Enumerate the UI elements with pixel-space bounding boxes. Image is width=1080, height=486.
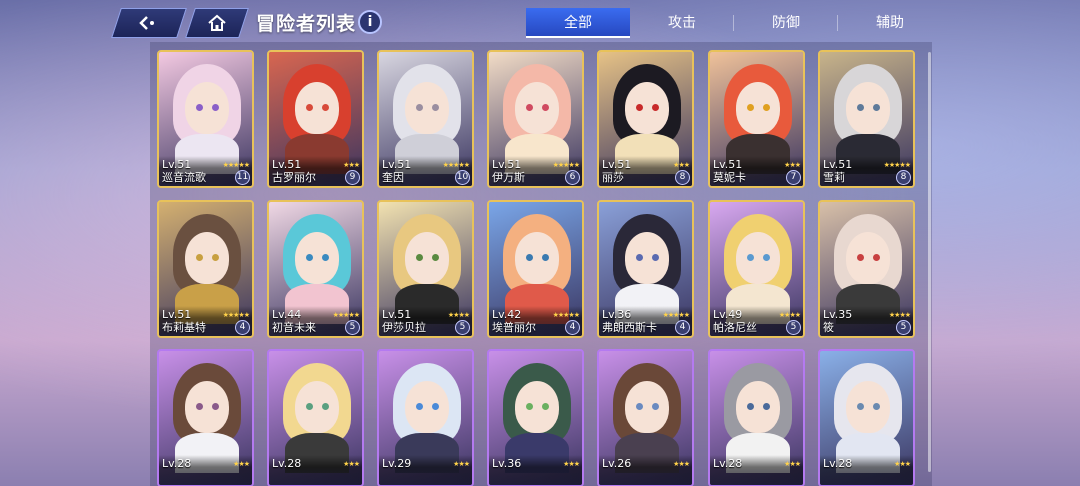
adventurer-card[interactable]: Lv.35 ★★★★ 筱 5: [818, 200, 915, 338]
level-label: Lv.29: [382, 457, 412, 470]
star-rating: ★★★★★: [662, 311, 690, 319]
duplicate-count-badge: 6: [565, 170, 580, 185]
adventurer-card[interactable]: Lv.51 ★★★★★ 巡音流歌 11: [157, 50, 254, 188]
character-name: 伊万斯: [492, 171, 525, 184]
duplicate-count-badge: 8: [896, 170, 911, 185]
character-name: 筱: [823, 321, 834, 334]
adventurer-card[interactable]: Lv.26 ★★★: [597, 349, 694, 486]
adventurer-card[interactable]: Lv.36 ★★★: [487, 349, 584, 486]
star-rating: ★★★★★: [883, 161, 911, 169]
scrollbar[interactable]: [928, 52, 931, 472]
adventurer-card[interactable]: Lv.29 ★★★: [377, 349, 474, 486]
character-name: 丽莎: [602, 171, 624, 184]
duplicate-count-badge: 4: [565, 320, 580, 335]
adventurer-card[interactable]: Lv.36 ★★★★★ 弗朗西斯卡 4: [597, 200, 694, 338]
adventurer-card[interactable]: Lv.44 ★★★★★ 初音未来 5: [267, 200, 364, 338]
star-rating: ★★★★: [778, 311, 801, 319]
star-rating: ★★★★★: [552, 311, 580, 319]
adventurer-card[interactable]: Lv.51 ★★★ 莫妮卡 7: [708, 50, 805, 188]
character-name: 古罗丽尔: [272, 171, 316, 184]
adventurer-card[interactable]: Lv.51 ★★★★★ 雪莉 8: [818, 50, 915, 188]
star-rating: ★★★★★: [222, 311, 250, 319]
character-name: 雪莉: [823, 171, 845, 184]
level-label: Lv.26: [602, 457, 632, 470]
star-rating: ★★★★★: [442, 161, 470, 169]
character-name: 埃普丽尔: [492, 321, 536, 334]
tab-support[interactable]: 辅助: [838, 8, 942, 38]
star-rating: ★★★: [563, 460, 580, 468]
star-rating: ★★★★★: [222, 161, 250, 169]
adventurer-card[interactable]: Lv.51 ★★★★★ 布莉基特 4: [157, 200, 254, 338]
page-title: 冒险者列表: [256, 13, 357, 35]
star-rating: ★★★★: [888, 311, 911, 319]
character-name: 帕洛尼丝: [713, 321, 757, 334]
home-icon: [207, 14, 227, 32]
back-button[interactable]: [111, 8, 187, 38]
adventurer-card[interactable]: Lv.42 ★★★★★ 埃普丽尔 4: [487, 200, 584, 338]
adventurer-card[interactable]: Lv.51 ★★★★ 伊莎贝拉 5: [377, 200, 474, 338]
character-name: 弗朗西斯卡: [602, 321, 657, 334]
character-name: 奎因: [382, 171, 404, 184]
adventurer-card[interactable]: Lv.28 ★★★: [818, 349, 915, 486]
character-name: 莫妮卡: [713, 171, 746, 184]
star-rating: ★★★★★: [552, 161, 580, 169]
duplicate-count-badge: 10: [455, 170, 470, 185]
adventurer-card[interactable]: Lv.28 ★★★: [267, 349, 364, 486]
info-icon[interactable]: i: [358, 10, 382, 34]
top-bar: 冒险者列表 i 全部 攻击 防御 辅助: [0, 0, 1080, 44]
duplicate-count-badge: 5: [345, 320, 360, 335]
star-rating: ★★★: [894, 460, 911, 468]
duplicate-count-badge: 5: [455, 320, 470, 335]
adventurer-card[interactable]: Lv.49 ★★★★ 帕洛尼丝 5: [708, 200, 805, 338]
character-name: 伊莎贝拉: [382, 321, 426, 334]
back-arrow-icon: [138, 15, 160, 31]
level-label: Lv.28: [713, 457, 743, 470]
star-rating: ★★★: [343, 460, 360, 468]
adventurer-card[interactable]: Lv.51 ★★★ 古罗丽尔 9: [267, 50, 364, 188]
star-rating: ★★★: [784, 161, 801, 169]
duplicate-count-badge: 11: [235, 170, 250, 185]
duplicate-count-badge: 5: [786, 320, 801, 335]
character-name: 巡音流歌: [162, 171, 206, 184]
level-label: Lv.28: [272, 457, 302, 470]
duplicate-count-badge: 4: [675, 320, 690, 335]
adventurer-card[interactable]: Lv.51 ★★★★★ 伊万斯 6: [487, 50, 584, 188]
level-label: Lv.28: [823, 457, 853, 470]
star-rating: ★★★: [343, 161, 360, 169]
star-rating: ★★★: [453, 460, 470, 468]
tab-attack[interactable]: 攻击: [630, 8, 734, 38]
duplicate-count-badge: 9: [345, 170, 360, 185]
tab-all[interactable]: 全部: [526, 8, 630, 38]
level-label: Lv.28: [162, 457, 192, 470]
tab-defense[interactable]: 防御: [734, 8, 838, 38]
home-button[interactable]: [185, 8, 249, 38]
level-label: Lv.36: [492, 457, 522, 470]
character-name: 初音未来: [272, 321, 316, 334]
duplicate-count-badge: 5: [896, 320, 911, 335]
duplicate-count-badge: 7: [786, 170, 801, 185]
star-rating: ★★★★: [447, 311, 470, 319]
duplicate-count-badge: 8: [675, 170, 690, 185]
duplicate-count-badge: 4: [235, 320, 250, 335]
star-rating: ★★★: [233, 460, 250, 468]
star-rating: ★★★★★: [332, 311, 360, 319]
adventurer-card[interactable]: Lv.51 ★★★★★ 奎因 10: [377, 50, 474, 188]
adventurer-card[interactable]: Lv.51 ★★★ 丽莎 8: [597, 50, 694, 188]
star-rating: ★★★: [673, 460, 690, 468]
filter-tabs: 全部 攻击 防御 辅助: [526, 8, 946, 38]
adventurer-card[interactable]: Lv.28 ★★★: [708, 349, 805, 486]
character-name: 布莉基特: [162, 321, 206, 334]
star-rating: ★★★: [673, 161, 690, 169]
adventurer-card[interactable]: Lv.28 ★★★: [157, 349, 254, 486]
star-rating: ★★★: [784, 460, 801, 468]
